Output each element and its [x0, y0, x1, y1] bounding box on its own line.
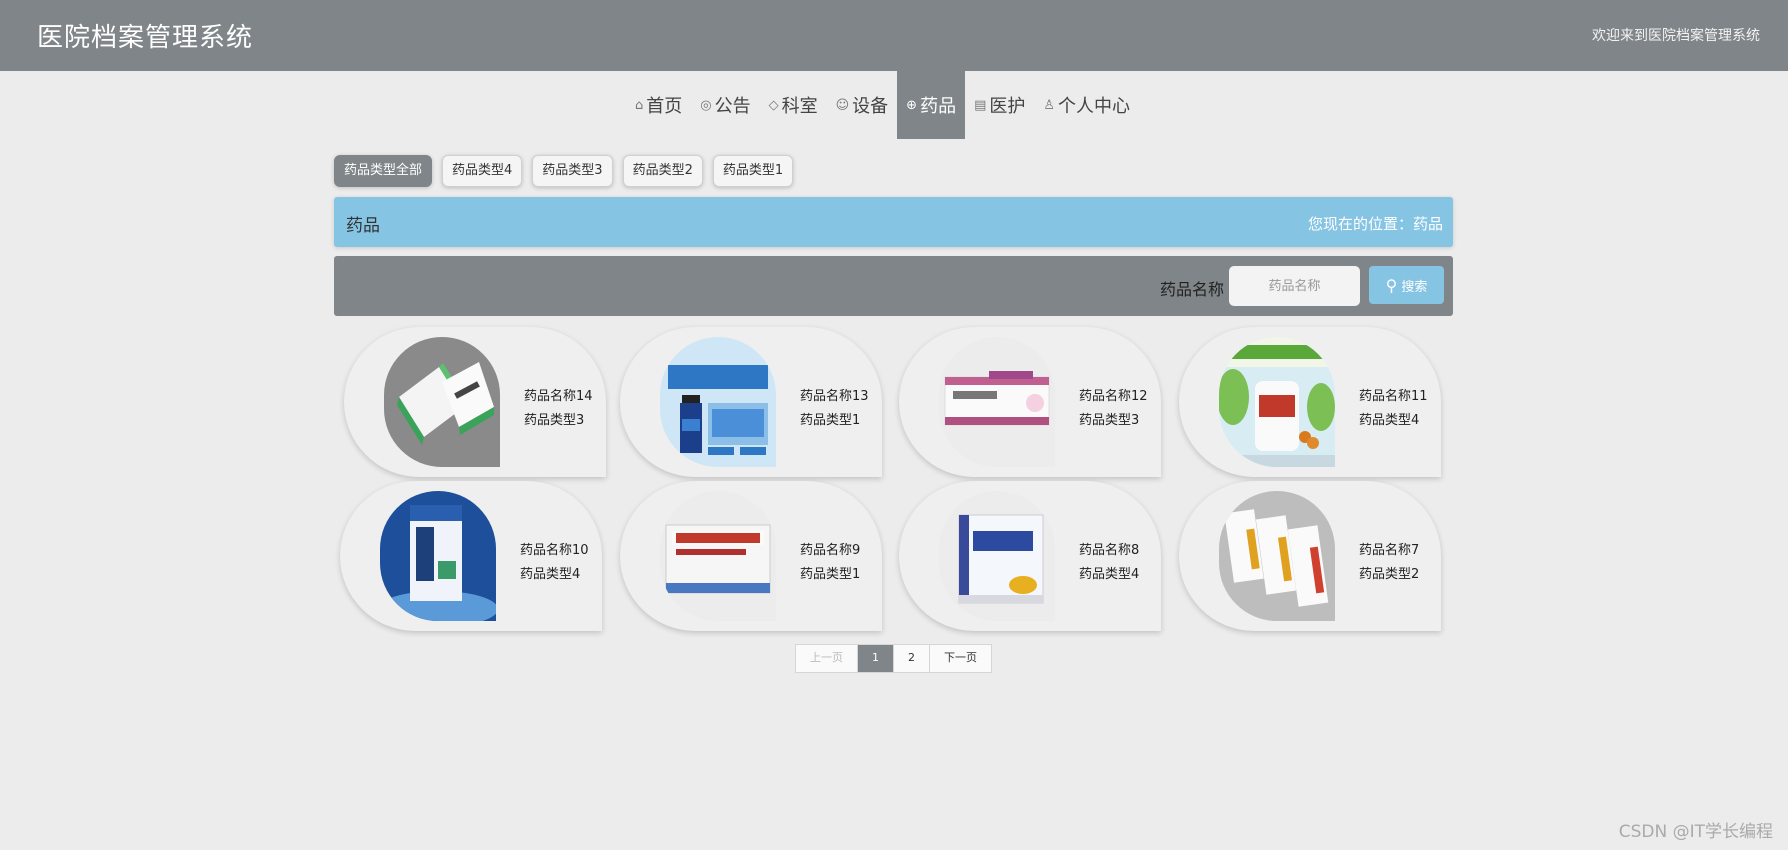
medicine-grid: 药品名称14 药品类型3 药品名称13 药品类型1 药品名称12 药品类型3 药… [340, 327, 1444, 637]
medicine-name: 药品名称11 [1359, 389, 1428, 404]
welcome-text: 欢迎来到医院档案管理系统 [1592, 28, 1760, 44]
main-nav: ⌂ 首页 ◎ 公告 ◇ 科室 ☺ 设备 ⊕ 药品 ▤ 医护 ♙ 个人中心 [626, 71, 1139, 139]
medicine-image [380, 491, 496, 621]
medicine-card[interactable]: 药品名称8 药品类型4 [899, 481, 1161, 631]
home-icon: ⌂ [635, 97, 644, 113]
medicine-image [660, 491, 776, 621]
section-title: 药品 [346, 216, 380, 236]
medicine-card[interactable]: 药品名称13 药品类型1 [620, 327, 882, 477]
nav-item-medical-staff[interactable]: ▤ 医护 [965, 71, 1034, 139]
pagination: 上一页 1 2 下一页 [795, 644, 992, 673]
medicine-type: 药品类型2 [1359, 567, 1420, 582]
nav-label: 药品 [920, 96, 957, 117]
page-button-2[interactable]: 2 [894, 645, 930, 672]
tag-icon: ◇ [768, 97, 779, 113]
page-button-1[interactable]: 1 [858, 645, 894, 672]
filter-chip-type3[interactable]: 药品类型3 [532, 155, 613, 187]
medicine-name: 药品名称13 [800, 389, 869, 404]
medicine-name: 药品名称12 [1079, 389, 1148, 404]
medicine-card[interactable]: 药品名称9 药品类型1 [620, 481, 882, 631]
palette-icon: ◎ [700, 97, 712, 113]
nav-item-home[interactable]: ⌂ 首页 [626, 71, 691, 139]
nav-label: 医护 [989, 96, 1026, 117]
nav-label: 个人中心 [1058, 96, 1131, 117]
nav-label: 公告 [714, 96, 751, 117]
smile-icon: ☺ [835, 97, 850, 113]
medicine-card[interactable]: 药品名称12 药品类型3 [899, 327, 1161, 477]
search-icon: ⚲ [1385, 275, 1398, 295]
medicine-type: 药品类型3 [1079, 413, 1140, 428]
medicine-name: 药品名称7 [1359, 543, 1420, 558]
breadcrumb: 您现在的位置：药品 [1307, 215, 1443, 233]
search-button[interactable]: ⚲ 搜索 [1369, 266, 1444, 304]
type-filter-bar: 药品类型全部 药品类型4 药品类型3 药品类型2 药品类型1 [334, 155, 794, 187]
medicine-image [1219, 491, 1335, 621]
globe-icon: ⊕ [906, 97, 918, 113]
search-input[interactable] [1229, 266, 1360, 306]
medicine-type: 药品类型1 [800, 567, 861, 582]
medicine-name: 药品名称8 [1079, 543, 1140, 558]
nav-label: 首页 [646, 96, 683, 117]
nav-item-personal-center[interactable]: ♙ 个人中心 [1034, 71, 1139, 139]
filter-chip-type4[interactable]: 药品类型4 [442, 155, 523, 187]
medicine-name: 药品名称9 [800, 543, 861, 558]
user-icon: ♙ [1043, 97, 1056, 113]
nav-item-equipment[interactable]: ☺ 设备 [827, 71, 898, 139]
top-header: 医院档案管理系统 欢迎来到医院档案管理系统 [0, 0, 1788, 71]
medicine-image [660, 337, 776, 467]
medicine-image [939, 337, 1055, 467]
medicine-card[interactable]: 药品名称7 药品类型2 [1179, 481, 1441, 631]
filter-chip-type2[interactable]: 药品类型2 [622, 155, 703, 187]
medicine-type: 药品类型4 [520, 567, 581, 582]
medicine-type: 药品类型4 [1359, 413, 1420, 428]
nav-item-notice[interactable]: ◎ 公告 [691, 71, 759, 139]
search-bar: 药品名称 ⚲ 搜索 [334, 256, 1453, 316]
medicine-name: 药品名称10 [520, 543, 589, 558]
medicine-type: 药品类型4 [1079, 567, 1140, 582]
medicine-type: 药品类型1 [800, 413, 861, 428]
medicine-card[interactable]: 药品名称10 药品类型4 [340, 481, 602, 631]
section-title-band: 药品 您现在的位置：药品 [334, 197, 1453, 247]
medicine-card[interactable]: 药品名称14 药品类型3 [344, 327, 606, 477]
search-button-label: 搜索 [1401, 279, 1428, 295]
nav-label: 科室 [781, 96, 818, 117]
medicine-image [939, 491, 1055, 621]
filter-chip-all[interactable]: 药品类型全部 [334, 155, 433, 187]
watermark: CSDN @IT学长编程 [1618, 822, 1773, 842]
nav-item-medicine[interactable]: ⊕ 药品 [897, 71, 966, 139]
medicine-name: 药品名称14 [524, 389, 593, 404]
medicine-type: 药品类型3 [524, 413, 585, 428]
nav-item-department[interactable]: ◇ 科室 [760, 71, 827, 139]
search-label: 药品名称 [1160, 280, 1225, 299]
medicine-image [384, 337, 500, 467]
medicine-image [1219, 337, 1335, 467]
site-title: 医院档案管理系统 [37, 23, 254, 53]
prev-page-button[interactable]: 上一页 [796, 645, 858, 672]
next-page-button[interactable]: 下一页 [930, 645, 991, 672]
medicine-card[interactable]: 药品名称11 药品类型4 [1179, 327, 1441, 477]
clipboard-icon: ▤ [974, 97, 987, 113]
nav-label: 设备 [852, 96, 889, 117]
filter-chip-type1[interactable]: 药品类型1 [712, 155, 794, 187]
